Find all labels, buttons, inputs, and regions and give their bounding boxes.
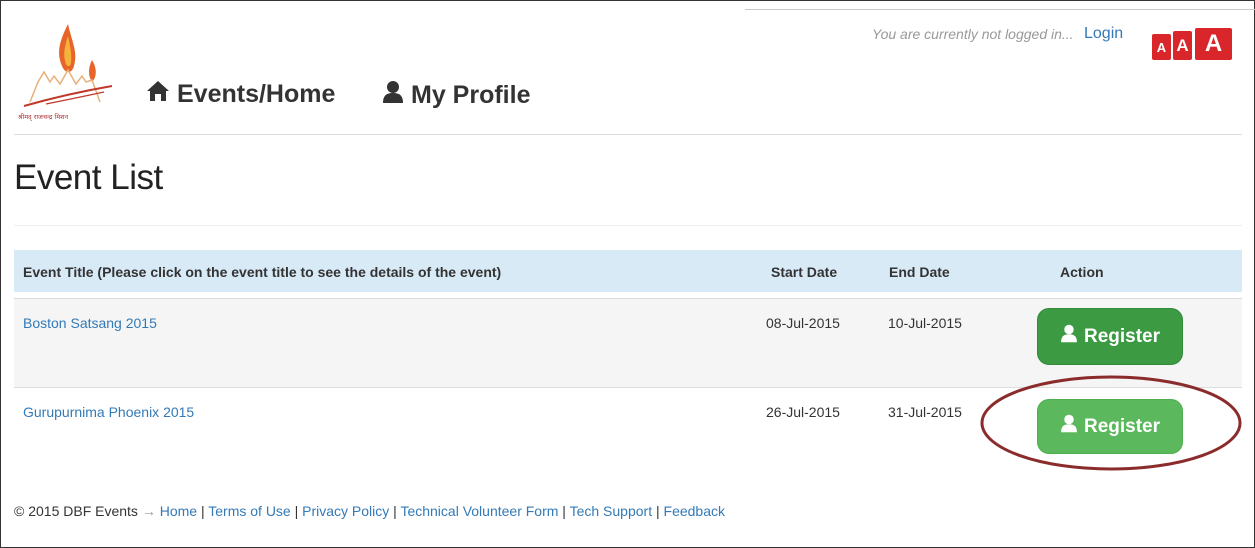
header-event-title: Event Title (Please click on the event t… [23,264,502,280]
nav-events-home-label: Events/Home [177,80,336,108]
header-action: Action [1060,264,1104,280]
footer-link-privacy[interactable]: Privacy Policy [302,503,389,519]
page-title: Event List [14,158,163,197]
footer-link-home[interactable]: Home [160,503,197,519]
highlight-ellipse-annotation [980,375,1242,471]
nav-my-profile[interactable]: My Profile [382,80,530,111]
register-button[interactable]: Register [1037,308,1183,365]
event-end-date: 10-Jul-2015 [888,315,962,331]
font-size-small-button[interactable]: A [1152,34,1171,60]
footer-link-terms[interactable]: Terms of Use [208,503,290,519]
user-icon [1060,324,1084,349]
arrow-icon: → [141,503,156,519]
footer-link-tech-support[interactable]: Tech Support [570,503,653,519]
browser-edge-line [745,9,1255,10]
nav-my-profile-label: My Profile [411,81,531,109]
nav-events-home[interactable]: Events/Home [146,80,335,109]
user-icon [382,80,411,111]
header-start-date: Start Date [771,264,838,280]
title-divider [14,225,1242,226]
footer: © 2015 DBF Events → Home | Terms of Use … [14,503,725,519]
font-size-medium-button[interactable]: A [1173,31,1192,60]
login-status-text: You are currently not logged in... [872,26,1074,42]
footer-link-volunteer-form[interactable]: Technical Volunteer Form [400,503,558,519]
event-start-date: 08-Jul-2015 [766,315,840,331]
header-divider [14,134,1242,135]
footer-copyright: © 2015 DBF Events [14,503,138,519]
event-start-date: 26-Jul-2015 [766,404,840,420]
font-size-large-button[interactable]: A [1195,28,1232,60]
event-title-link[interactable]: Gurupurnima Phoenix 2015 [23,404,194,420]
event-title-link[interactable]: Boston Satsang 2015 [23,315,157,331]
login-link[interactable]: Login [1084,25,1123,43]
footer-link-feedback[interactable]: Feedback [664,503,725,519]
site-logo[interactable]: श्रीमद् राजचन्द्र मिशन [16,22,120,122]
table-header-row: Event Title (Please click on the event t… [14,250,1242,292]
register-button-label: Register [1083,325,1161,347]
home-icon [146,80,177,109]
header-end-date: End Date [889,264,950,280]
logo-caption: श्रीमद् राजचन्द्र मिशन [18,113,68,121]
event-end-date: 31-Jul-2015 [888,404,962,420]
